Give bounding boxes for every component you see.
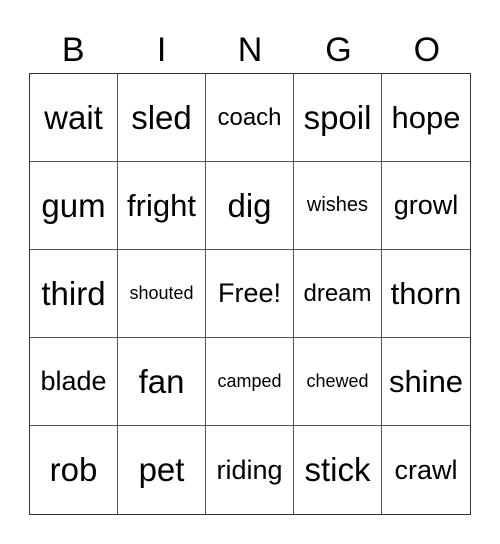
bingo-cell-word: gum	[41, 186, 106, 224]
bingo-cell-word: chewed	[306, 371, 369, 391]
bingo-cell[interactable]: dig	[206, 162, 294, 250]
bingo-cell[interactable]: pet	[118, 426, 206, 514]
bingo-cell[interactable]: camped	[206, 338, 294, 426]
bingo-cell[interactable]: third	[30, 250, 118, 338]
bingo-cell-word: dream	[303, 279, 372, 307]
bingo-cell[interactable]: fright	[118, 162, 206, 250]
bingo-header: B I N G O	[29, 28, 471, 72]
bingo-cell[interactable]: coach	[206, 74, 294, 162]
bingo-cell-word: blade	[40, 366, 107, 396]
bingo-cell-word: growl	[393, 190, 459, 220]
bingo-cell-word: sled	[131, 98, 192, 136]
header-letter-o: O	[413, 31, 441, 69]
bingo-cell[interactable]: growl	[382, 162, 470, 250]
bingo-cell-word: wishes	[306, 194, 369, 216]
bingo-cell[interactable]: wishes	[294, 162, 382, 250]
bingo-cell-word: hope	[391, 99, 461, 135]
bingo-cell[interactable]: riding	[206, 426, 294, 514]
bingo-cell[interactable]: wait	[30, 74, 118, 162]
bingo-cell[interactable]: shouted	[118, 250, 206, 338]
bingo-cell[interactable]: hope	[382, 74, 470, 162]
bingo-cell-word: riding	[216, 454, 283, 485]
bingo-cell-word: shine	[388, 363, 464, 399]
bingo-cell-word: fright	[127, 187, 196, 223]
bingo-cell[interactable]: thorn	[382, 250, 470, 338]
bingo-cell-word: pet	[138, 451, 185, 488]
header-letter-n: N	[237, 31, 263, 69]
bingo-cell[interactable]: gum	[30, 162, 118, 250]
bingo-cell[interactable]: crawl	[382, 426, 470, 514]
bingo-cell-word: Free!	[217, 278, 282, 308]
bingo-cell[interactable]: blade	[30, 338, 118, 426]
bingo-cell[interactable]: stick	[294, 426, 382, 514]
header-letter-i: I	[156, 31, 167, 69]
bingo-cell[interactable]: chewed	[294, 338, 382, 426]
bingo-cell[interactable]: rob	[30, 426, 118, 514]
bingo-cell-word: stick	[304, 451, 371, 488]
bingo-cell-word: third	[41, 274, 106, 312]
bingo-cell-word: dig	[227, 186, 272, 224]
bingo-cell-word: shouted	[129, 283, 194, 303]
bingo-cell-free-space[interactable]: Free!	[206, 250, 294, 338]
bingo-cell-word: camped	[217, 371, 282, 391]
header-letter-b: B	[61, 31, 85, 69]
bingo-cell-word: coach	[217, 103, 282, 131]
bingo-card-grid: wait sled coach spoil hope gum fright dig wishes…	[29, 73, 471, 515]
bingo-cell[interactable]: spoil	[294, 74, 382, 162]
bingo-cell-word: wait	[44, 98, 103, 136]
bingo-cell-word: rob	[49, 451, 98, 488]
bingo-cell-word: crawl	[394, 454, 458, 485]
bingo-cell-word: spoil	[303, 98, 372, 136]
bingo-cell-word: fan	[138, 362, 185, 400]
bingo-cell[interactable]: sled	[118, 74, 206, 162]
bingo-cell[interactable]: dream	[294, 250, 382, 338]
bingo-cell[interactable]: shine	[382, 338, 470, 426]
bingo-cell-word: thorn	[390, 275, 462, 311]
header-letter-g: G	[325, 31, 352, 69]
bingo-cell[interactable]: fan	[118, 338, 206, 426]
